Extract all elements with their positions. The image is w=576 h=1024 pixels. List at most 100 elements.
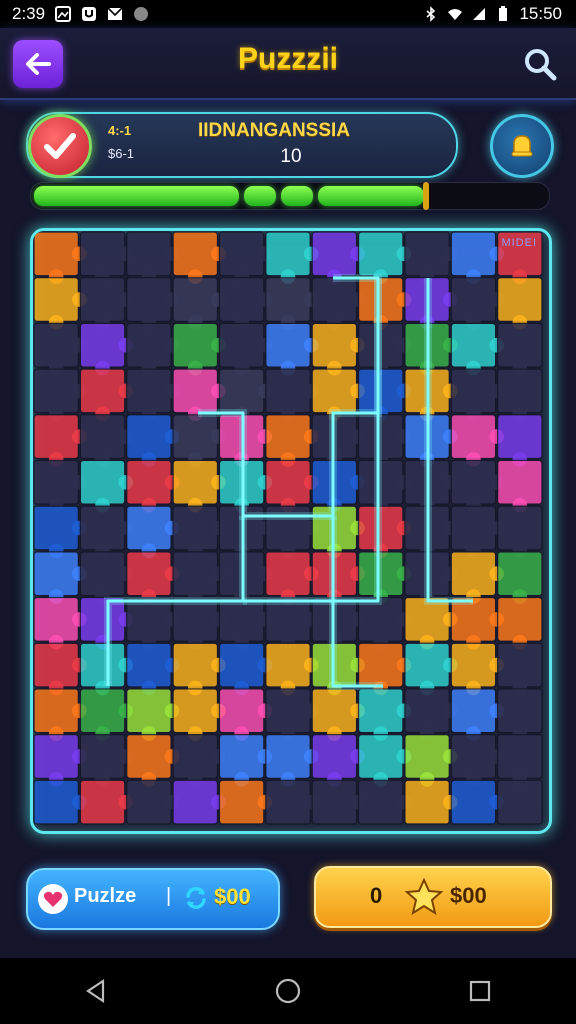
puzzle-piece[interactable] (265, 779, 319, 825)
puzzle-piece[interactable] (311, 459, 365, 513)
puzzle-piece[interactable] (357, 505, 412, 559)
puzzle-piece[interactable] (497, 779, 543, 825)
puzzle-piece[interactable] (450, 505, 504, 559)
puzzle-grid[interactable] (33, 231, 543, 825)
puzzle-piece[interactable] (172, 779, 226, 825)
puzzle-piece[interactable] (172, 231, 226, 285)
puzzle-piece[interactable] (357, 414, 412, 467)
puzzle-piece[interactable] (497, 551, 543, 604)
puzzle-piece[interactable] (450, 414, 504, 467)
puzzle-piece[interactable] (79, 779, 134, 825)
puzzle-piece[interactable] (404, 688, 458, 741)
puzzle-piece[interactable] (33, 779, 87, 825)
puzzle-piece[interactable] (357, 551, 412, 604)
puzzle-piece[interactable] (218, 734, 273, 787)
puzzle-piece[interactable] (79, 414, 134, 467)
nav-recents-button[interactable] (450, 961, 510, 1021)
puzzle-piece[interactable] (79, 459, 134, 513)
puzzle-piece[interactable] (311, 551, 365, 604)
puzzle-piece[interactable] (172, 734, 226, 787)
puzzle-piece[interactable] (357, 779, 412, 825)
puzzle-piece[interactable] (172, 642, 226, 696)
search-button[interactable] (518, 42, 562, 86)
puzzle-piece[interactable] (172, 505, 226, 559)
puzzle-piece[interactable] (265, 459, 319, 513)
puzzle-piece[interactable] (33, 277, 87, 330)
puzzle-piece[interactable] (450, 642, 504, 696)
puzzle-piece[interactable] (265, 596, 319, 650)
puzzle-piece[interactable] (450, 459, 504, 513)
puzzle-piece[interactable] (311, 734, 365, 787)
puzzle-piece[interactable] (311, 414, 365, 467)
puzzle-piece[interactable] (311, 596, 365, 650)
puzzle-piece[interactable] (265, 414, 319, 467)
puzzle-piece[interactable] (404, 231, 458, 285)
puzzle-piece[interactable] (450, 779, 504, 825)
puzzle-piece[interactable] (450, 596, 504, 650)
puzzle-piece[interactable] (218, 596, 273, 650)
puzzle-piece[interactable] (126, 688, 180, 741)
puzzle-piece[interactable] (126, 414, 180, 467)
puzzle-piece[interactable] (450, 277, 504, 330)
puzzle-piece[interactable] (79, 231, 134, 285)
puzzle-piece[interactable] (172, 459, 226, 513)
puzzle-piece[interactable] (218, 688, 273, 741)
puzzle-piece[interactable] (497, 505, 543, 559)
puzzle-piece[interactable] (497, 414, 543, 467)
puzzle-piece[interactable] (357, 322, 412, 376)
puzzle-piece[interactable] (126, 734, 180, 787)
nav-home-button[interactable] (258, 961, 318, 1021)
puzzle-piece[interactable] (33, 414, 87, 467)
puzzle-piece[interactable] (497, 734, 543, 787)
puzzle-piece[interactable] (497, 277, 543, 330)
puzzle-piece[interactable] (311, 277, 365, 330)
puzzle-piece[interactable] (497, 642, 543, 696)
puzzle-piece[interactable] (311, 779, 365, 825)
puzzle-piece[interactable] (265, 231, 319, 285)
puzzle-piece[interactable] (126, 368, 180, 422)
puzzle-piece[interactable] (450, 551, 504, 604)
puzzle-piece[interactable] (172, 688, 226, 741)
puzzle-piece[interactable] (126, 322, 180, 376)
puzzle-piece[interactable] (450, 322, 504, 376)
puzzle-piece[interactable] (218, 642, 273, 696)
puzzle-piece[interactable] (126, 459, 180, 513)
notification-button[interactable] (490, 114, 554, 178)
puzzle-piece[interactable] (311, 322, 365, 376)
puzzle-piece[interactable] (126, 231, 180, 285)
puzzle-piece[interactable] (357, 596, 412, 650)
nav-back-button[interactable] (66, 961, 126, 1021)
puzzle-piece[interactable] (33, 459, 87, 513)
coin-button[interactable]: 0 $00 (314, 866, 552, 928)
puzzle-piece[interactable] (265, 551, 319, 604)
puzzle-piece[interactable] (218, 277, 273, 330)
puzzle-piece[interactable] (79, 277, 134, 330)
puzzle-piece[interactable] (311, 688, 365, 741)
puzzle-piece[interactable] (172, 277, 226, 330)
puzzle-piece[interactable] (126, 505, 180, 559)
puzzle-piece[interactable] (265, 734, 319, 787)
puzzle-piece[interactable] (265, 642, 319, 696)
puzzle-piece[interactable] (497, 368, 543, 422)
puzzle-board[interactable]: MIDEI (30, 228, 552, 834)
puzzle-piece[interactable] (126, 596, 180, 650)
puzzle-piece[interactable] (218, 779, 273, 825)
puzzle-piece[interactable] (79, 368, 134, 422)
puzzle-piece[interactable] (126, 642, 180, 696)
puzzle-piece[interactable] (357, 688, 412, 741)
puzzle-piece[interactable] (33, 596, 87, 650)
puzzle-piece[interactable] (79, 505, 134, 559)
puzzle-piece[interactable] (357, 459, 412, 513)
puzzle-piece[interactable] (450, 231, 504, 285)
puzzle-piece[interactable] (33, 368, 87, 422)
puzzle-piece[interactable] (265, 688, 319, 741)
puzzle-piece[interactable] (357, 277, 412, 330)
puzzle-piece[interactable] (497, 322, 543, 376)
puzzle-piece[interactable] (33, 734, 87, 787)
puzzle-piece[interactable] (218, 231, 273, 285)
puzzle-piece[interactable] (79, 322, 134, 376)
puzzle-piece[interactable] (79, 734, 134, 787)
puzzle-piece[interactable] (404, 779, 458, 825)
puzzle-piece[interactable] (79, 688, 134, 741)
puzzle-piece[interactable] (497, 459, 543, 513)
